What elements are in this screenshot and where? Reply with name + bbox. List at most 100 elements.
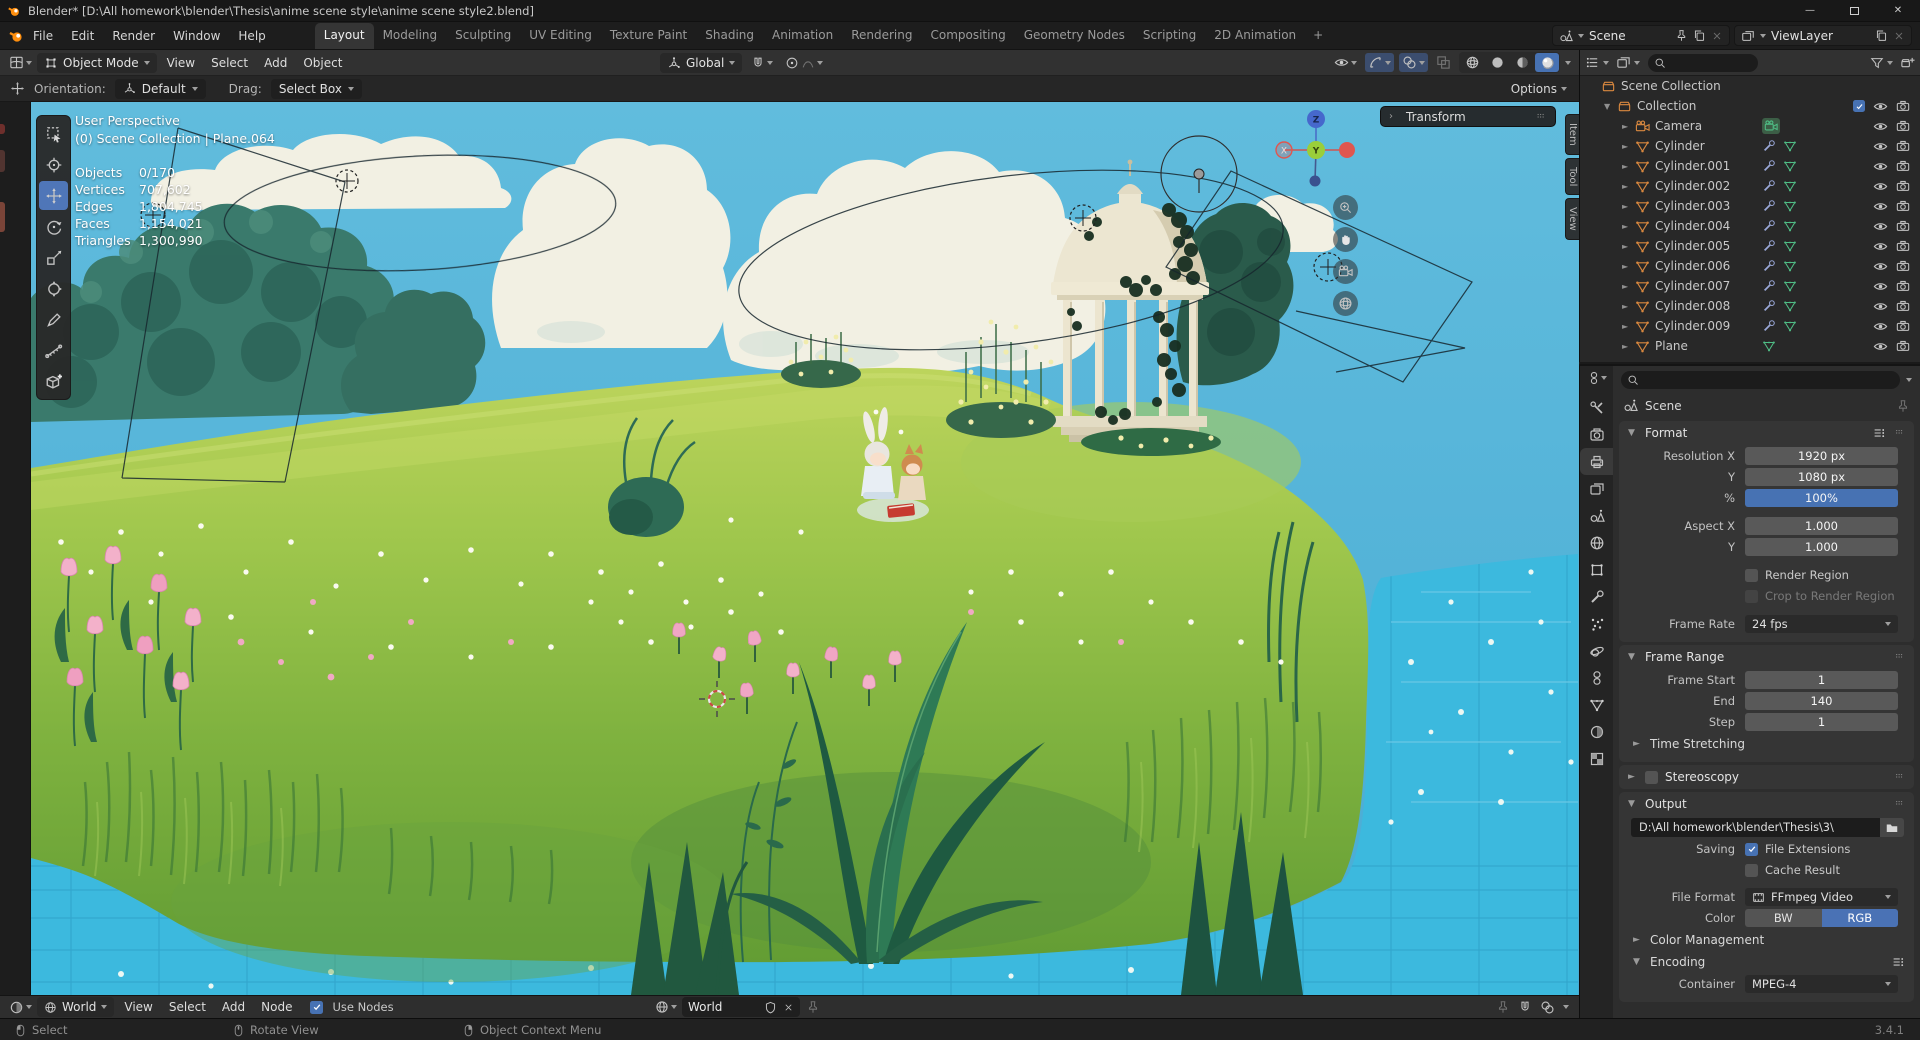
transform-panel-header[interactable]: › Transform	[1380, 106, 1556, 127]
viewport-menu-item[interactable]: Add	[256, 56, 295, 70]
transform-orientation-dropdown[interactable]: Global	[660, 52, 743, 73]
pin-icon[interactable]	[1675, 29, 1688, 42]
orientation-dropdown[interactable]: Default	[114, 78, 206, 99]
render-visibility-icon[interactable]	[1896, 179, 1910, 193]
blender-menu-icon[interactable]	[8, 28, 24, 44]
modifier-wrench-icon[interactable]	[1762, 219, 1776, 233]
show-gizmo-button[interactable]	[1365, 53, 1394, 72]
world-name-field[interactable]: World	[682, 997, 800, 1017]
disclosure-triangle[interactable]	[1622, 142, 1635, 151]
new-layer-icon[interactable]	[1875, 29, 1888, 42]
aspect-x-field[interactable]: 1.000	[1745, 517, 1898, 535]
overlay-icon[interactable]	[1540, 1000, 1555, 1015]
crop-region-checkbox[interactable]	[1745, 589, 1758, 603]
properties-tab[interactable]	[1580, 664, 1613, 691]
container-dropdown[interactable]: MPEG-4	[1745, 975, 1898, 993]
file-format-dropdown[interactable]: FFmpeg Video	[1745, 888, 1898, 906]
workspace-tab[interactable]: Sculpting	[446, 23, 520, 49]
properties-tab[interactable]	[1580, 448, 1613, 475]
outliner-row[interactable]: Cylinder.007	[1580, 276, 1920, 296]
disclosure-triangle[interactable]	[1622, 242, 1635, 251]
maximize-button[interactable]	[1832, 0, 1876, 21]
gizmo-z-neg[interactable]	[1309, 175, 1321, 187]
stereoscopy-checkbox[interactable]	[1645, 770, 1658, 784]
menu-item[interactable]: Render	[103, 22, 164, 50]
grip-icon[interactable]	[1892, 652, 1905, 662]
resolution-y-field[interactable]: 1080 px	[1745, 468, 1898, 486]
properties-tab[interactable]	[1580, 556, 1613, 583]
filter-chevron-icon[interactable]	[1906, 377, 1912, 382]
properties-tab[interactable]	[1580, 691, 1613, 718]
unlink-x-icon[interactable]	[783, 1002, 794, 1013]
pin-icon[interactable]	[1896, 399, 1910, 413]
hide-eye-icon[interactable]	[1873, 179, 1888, 194]
color-bw-button[interactable]: BW	[1745, 909, 1822, 927]
outliner-row[interactable]: Cylinder.005	[1580, 236, 1920, 256]
resolution-x-field[interactable]: 1920 px	[1745, 447, 1898, 465]
workspace-tab[interactable]: Scripting	[1134, 23, 1205, 49]
file-extensions-checkbox[interactable]	[1745, 842, 1758, 856]
properties-tab[interactable]	[1580, 718, 1613, 745]
workspace-tab[interactable]: Rendering	[842, 23, 921, 49]
tool-button[interactable]	[39, 119, 68, 148]
render-visibility-icon[interactable]	[1896, 119, 1910, 133]
modifier-wrench-icon[interactable]	[1762, 179, 1776, 193]
properties-tab[interactable]	[1580, 394, 1613, 421]
hide-eye-icon[interactable]	[1873, 259, 1888, 274]
disclosure-triangle[interactable]	[1622, 322, 1635, 331]
disclosure-triangle[interactable]	[1622, 302, 1635, 311]
disclosure-triangle[interactable]	[1622, 262, 1635, 271]
render-visibility-icon[interactable]	[1896, 159, 1910, 173]
disclosure-triangle[interactable]	[1622, 202, 1635, 211]
properties-tab[interactable]	[1580, 610, 1613, 637]
snapping-button[interactable]	[748, 54, 776, 72]
collection-checkbox[interactable]	[1853, 100, 1865, 112]
render-visibility-icon[interactable]	[1896, 339, 1910, 353]
grip-icon[interactable]	[1892, 428, 1905, 438]
gizmo-x-neg[interactable]	[1339, 142, 1355, 158]
modifier-wrench-icon[interactable]	[1762, 279, 1776, 293]
disclosure-triangle[interactable]: ›	[1389, 111, 1399, 122]
navigation-gizmo[interactable]: X Z Y	[1264, 104, 1368, 194]
outliner-row[interactable]: Cylinder.008	[1580, 296, 1920, 316]
modifier-wrench-icon[interactable]	[1762, 239, 1776, 253]
properties-tab[interactable]	[1580, 475, 1613, 502]
cache-result-checkbox[interactable]	[1745, 863, 1758, 877]
editor-type-button[interactable]	[1587, 371, 1607, 385]
output-header[interactable]: ▼ Output	[1619, 792, 1914, 816]
viewport-canvas[interactable]: User Perspective (0) Scene Collection | …	[31, 102, 1579, 995]
tool-button[interactable]	[39, 243, 68, 272]
modifier-wrench-icon[interactable]	[1762, 199, 1776, 213]
mesh-data-icon[interactable]	[1783, 219, 1797, 233]
sidebar-tab[interactable]: Tool	[1565, 157, 1579, 196]
grip-icon[interactable]	[1892, 772, 1905, 782]
workspace-tab[interactable]: Animation	[763, 23, 842, 49]
tool-button[interactable]	[39, 305, 68, 334]
stereoscopy-header[interactable]: ► Stereoscopy	[1619, 765, 1914, 789]
render-visibility-icon[interactable]	[1896, 319, 1910, 333]
disclosure-triangle[interactable]	[1622, 162, 1635, 171]
view-layer-selector[interactable]: ViewLayer	[1734, 25, 1912, 46]
menu-item[interactable]: File	[24, 22, 62, 50]
close-button[interactable]: ✕	[1876, 0, 1920, 21]
options-button[interactable]: Options	[1511, 82, 1567, 96]
pin-icon[interactable]	[1496, 1000, 1510, 1014]
hide-eye-icon[interactable]	[1873, 339, 1888, 354]
disclosure-triangle[interactable]	[1622, 282, 1635, 291]
camera-data-badge[interactable]	[1762, 118, 1780, 134]
modifier-wrench-icon[interactable]	[1762, 259, 1776, 273]
menu-item[interactable]: Edit	[62, 22, 103, 50]
workspace-tab[interactable]: Shading	[696, 23, 763, 49]
hide-eye-icon[interactable]	[1873, 199, 1888, 214]
sidebar-tab[interactable]: View	[1565, 198, 1579, 240]
disclosure-triangle[interactable]	[1622, 122, 1635, 131]
scene-selector[interactable]: Scene	[1552, 25, 1730, 46]
properties-tab[interactable]	[1580, 502, 1613, 529]
workspace-tab[interactable]: Compositing	[921, 23, 1014, 49]
render-region-checkbox[interactable]	[1745, 568, 1758, 582]
delete-scene-icon[interactable]	[1711, 30, 1723, 42]
shader-menu-item[interactable]: Add	[214, 1000, 253, 1014]
hide-eye-icon[interactable]	[1873, 319, 1888, 334]
modifier-wrench-icon[interactable]	[1762, 159, 1776, 173]
tool-button[interactable]	[39, 336, 68, 365]
